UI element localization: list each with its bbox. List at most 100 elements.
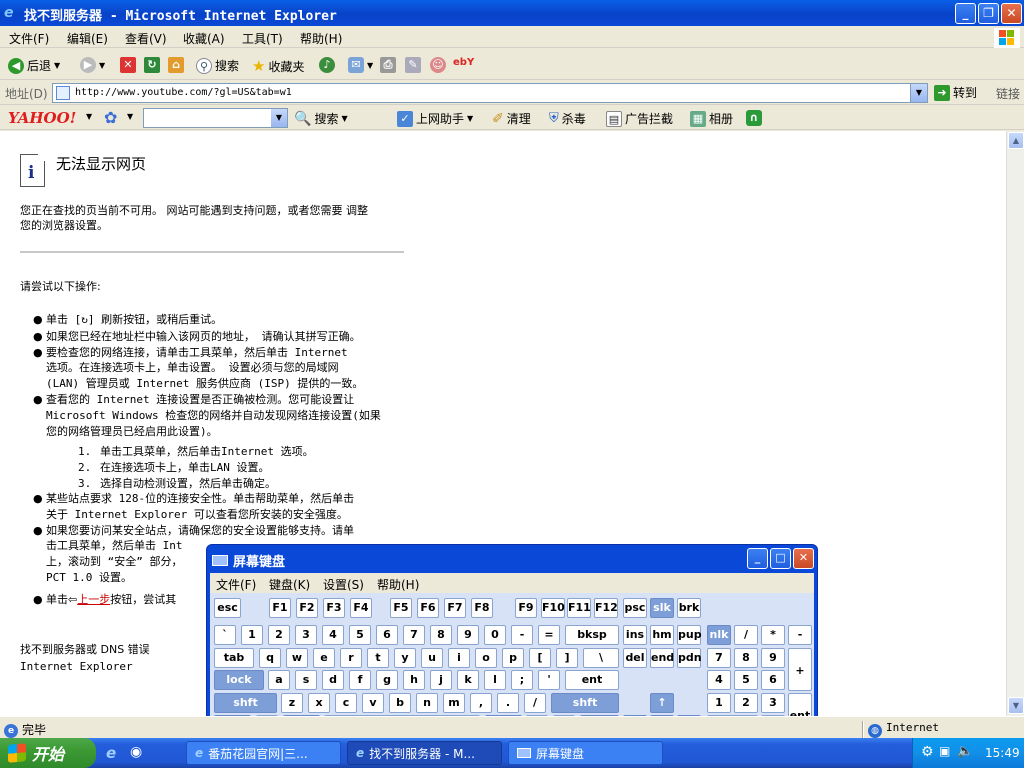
flower-icon[interactable]: ✿ (104, 108, 117, 127)
osk-key[interactable]: h (403, 670, 425, 690)
osk-key[interactable]: ins (623, 625, 647, 645)
close-button[interactable]: ✕ (1001, 3, 1022, 24)
task-ie-not-found[interactable]: e 找不到服务器 - M... (347, 741, 502, 765)
start-button[interactable]: 开始 (0, 738, 96, 768)
yahoo-logo[interactable]: YAHOO! (8, 109, 76, 127)
osk-key[interactable]: c (335, 693, 357, 713)
osk-key[interactable]: F6 (417, 598, 439, 618)
osk-key[interactable]: w (286, 648, 308, 668)
osk-key[interactable]: 6 (761, 670, 785, 690)
osk-key[interactable]: p (502, 648, 524, 668)
osk-key[interactable]: F5 (390, 598, 412, 618)
osk-key[interactable]: ` (214, 625, 236, 645)
osk-key[interactable]: 8 (430, 625, 452, 645)
osk-menu-help[interactable]: 帮助(H) (377, 576, 419, 593)
osk-key[interactable]: F1 (269, 598, 291, 618)
osk-key[interactable]: shft (551, 693, 619, 713)
home-button[interactable]: ⌂ (168, 57, 184, 73)
osk-key[interactable]: pup (677, 625, 702, 645)
osk-key[interactable]: pdn (677, 648, 702, 668)
adblock-button[interactable]: ▤ 广告拦截 (606, 110, 673, 127)
mail-button[interactable]: ✉ ▼ (348, 57, 373, 73)
osk-key[interactable]: a (268, 670, 290, 690)
osk-key[interactable]: 1 (707, 693, 731, 713)
address-input[interactable]: http://www.youtube.com/?gl=US&tab=w1 ▼ (52, 83, 928, 103)
osk-key[interactable]: y (394, 648, 416, 668)
osk-key[interactable]: t (367, 648, 389, 668)
osk-menu-keyboard[interactable]: 键盘(K) (269, 576, 310, 593)
osk-key[interactable]: / (524, 693, 546, 713)
osk-key[interactable]: 7 (403, 625, 425, 645)
media-button[interactable]: ♪ (319, 57, 335, 73)
yahoo-search-button[interactable]: 🔍 搜索 ▼ (294, 110, 348, 127)
menu-view[interactable]: 查看(V) (125, 30, 167, 47)
menu-help[interactable]: 帮助(H) (300, 30, 342, 47)
osk-key[interactable]: brk (677, 598, 701, 618)
osk-maximize-button[interactable]: □ (770, 548, 791, 569)
task-tomato-garden[interactable]: e 番茄花园官网|三... (186, 741, 341, 765)
go-button[interactable]: ➜ 转到 (934, 84, 977, 101)
osk-key[interactable]: F4 (350, 598, 372, 618)
vertical-scrollbar[interactable]: ▲ ▼ (1006, 131, 1024, 716)
osk-key[interactable]: 4 (707, 670, 731, 690)
restore-button[interactable]: ❐ (978, 3, 999, 24)
osk-key[interactable]: b (389, 693, 411, 713)
minimize-button[interactable]: _ (955, 3, 976, 24)
osk-key[interactable]: lock (214, 670, 264, 690)
osk-key[interactable]: x (308, 693, 330, 713)
osk-key[interactable]: esc (214, 598, 241, 618)
osk-key[interactable]: i (448, 648, 470, 668)
osk-key[interactable]: / (734, 625, 758, 645)
menu-file[interactable]: 文件(F) (9, 30, 49, 47)
osk-key[interactable]: 1 (241, 625, 263, 645)
osk-key[interactable]: k (457, 670, 479, 690)
osk-key[interactable]: = (538, 625, 560, 645)
antivirus-button[interactable]: ⛨ 杀毒 (549, 110, 586, 127)
osk-key[interactable]: - (788, 625, 812, 645)
osk-key[interactable]: slk (650, 598, 674, 618)
osk-key[interactable]: F8 (471, 598, 493, 618)
osk-key[interactable]: + (788, 648, 812, 691)
links-button[interactable]: 链接 (996, 85, 1020, 102)
osk-key[interactable]: end (650, 648, 674, 668)
clock[interactable]: 15:49 (985, 746, 1020, 760)
desktop-quicklaunch-icon[interactable]: ◉ (130, 744, 142, 760)
osk-key[interactable]: 0 (484, 625, 506, 645)
osk-key[interactable]: 5 (734, 670, 758, 690)
osk-key[interactable]: ent (565, 670, 619, 690)
yahoo-search-dropdown[interactable]: ▼ (271, 109, 287, 127)
helper-button[interactable]: ✓ 上网助手 ▼ (397, 110, 473, 127)
back-button[interactable]: ◀ 后退 ▼ (8, 57, 60, 74)
osk-key[interactable]: del (623, 648, 647, 668)
osk-key[interactable]: bksp (565, 625, 619, 645)
osk-key[interactable]: 4 (322, 625, 344, 645)
osk-key[interactable]: F3 (323, 598, 345, 618)
osk-key[interactable]: F2 (296, 598, 318, 618)
address-dropdown[interactable]: ▼ (910, 84, 927, 102)
yahoo-search-input[interactable]: ▼ (143, 108, 288, 128)
osk-key[interactable]: F10 (541, 598, 565, 618)
osk-key[interactable]: 3 (761, 693, 785, 713)
osk-key[interactable]: j (430, 670, 452, 690)
osk-key[interactable]: f (349, 670, 371, 690)
osk-menu-file[interactable]: 文件(F) (216, 576, 256, 593)
osk-key[interactable]: 5 (349, 625, 371, 645)
osk-key[interactable]: * (761, 625, 785, 645)
osk-key[interactable]: q (259, 648, 281, 668)
messenger-button[interactable]: ☺ (430, 57, 446, 73)
osk-key[interactable]: z (281, 693, 303, 713)
network-icon[interactable]: ▣ (939, 744, 950, 758)
task-osk[interactable]: 屏幕键盘 (508, 741, 663, 765)
osk-key[interactable]: tab (214, 648, 254, 668)
extra-button[interactable]: ∩ (746, 110, 762, 126)
osk-key[interactable]: 8 (734, 648, 758, 668)
osk-key[interactable]: , (470, 693, 492, 713)
chevron-down-icon[interactable]: ▼ (86, 112, 92, 121)
osk-key[interactable]: nlk (707, 625, 731, 645)
osk-key[interactable]: ] (556, 648, 578, 668)
osk-key[interactable]: - (511, 625, 533, 645)
clean-button[interactable]: ✐ 清理 (492, 110, 531, 127)
osk-key[interactable]: o (475, 648, 497, 668)
osk-key[interactable]: 7 (707, 648, 731, 668)
search-button[interactable]: ⚲ 搜索 (196, 57, 239, 74)
